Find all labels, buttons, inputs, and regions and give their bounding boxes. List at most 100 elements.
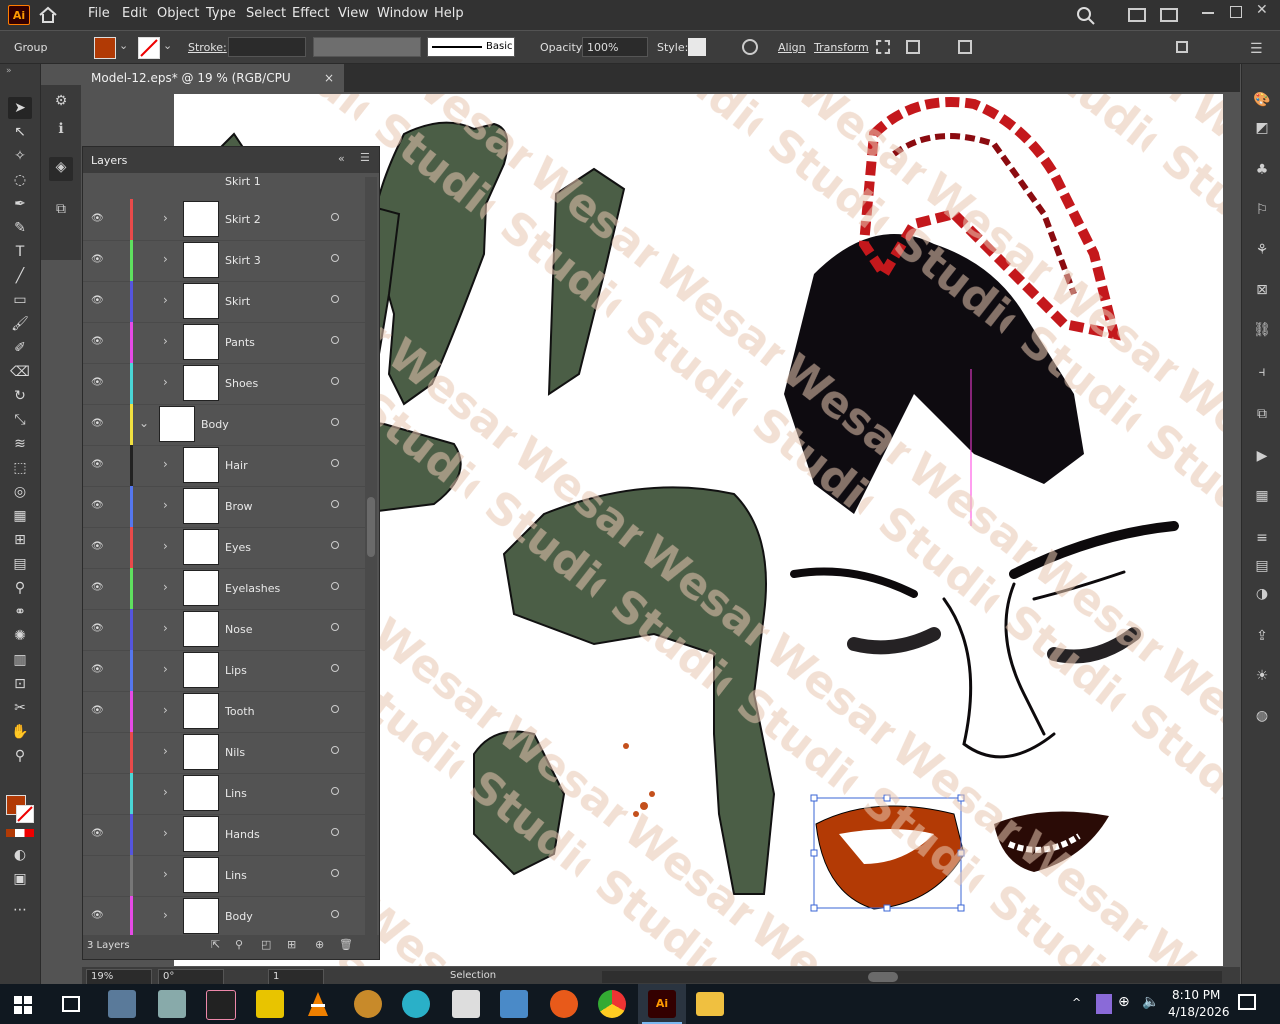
target-icon[interactable] (331, 459, 339, 467)
target-icon[interactable] (331, 336, 339, 344)
target-icon[interactable] (331, 295, 339, 303)
chevron-right-icon[interactable]: › (163, 744, 168, 758)
envelope-icon[interactable] (906, 40, 920, 54)
windows-start-icon[interactable] (14, 996, 32, 1017)
panel-menu-icon[interactable]: ☰ (360, 151, 370, 164)
menu-select[interactable]: Select (246, 6, 286, 21)
menu-help[interactable]: Help (434, 6, 464, 21)
paintbrush-tool-icon[interactable]: 🖌 (8, 313, 32, 335)
search-icon[interactable] (1076, 6, 1096, 29)
chevron-right-icon[interactable]: › (163, 293, 168, 307)
chevron-right-icon[interactable]: › (163, 211, 168, 225)
chevron-up-icon[interactable]: ^ (1072, 996, 1081, 1009)
layer-row[interactable]: 👁 › Skirt (83, 281, 365, 323)
align-icon[interactable]: ⫞ (1252, 362, 1272, 382)
illustrator-taskbar-item[interactable]: Ai (638, 984, 686, 1024)
type-tool-icon[interactable]: T (8, 241, 32, 263)
graphic-styles-icon[interactable]: ◍ (1252, 706, 1272, 726)
new-layer-icon[interactable]: ⊕ (315, 938, 324, 951)
hand-tool-icon[interactable]: ✋ (8, 721, 32, 743)
transparency-icon[interactable]: ◑ (1252, 584, 1272, 604)
scale-tool-icon[interactable]: ⤡ (8, 409, 32, 431)
eye-icon[interactable]: 👁 (91, 705, 105, 716)
chevron-right-icon[interactable]: › (163, 498, 168, 512)
selection-tool-icon[interactable]: ➤ (8, 97, 32, 119)
variable-width-profile[interactable] (313, 37, 421, 57)
app-gear-icon[interactable] (402, 990, 430, 1018)
menu-view[interactable]: View (338, 6, 369, 21)
layer-row[interactable]: › Lins (83, 855, 365, 897)
stroke-label[interactable]: Stroke: (188, 41, 227, 54)
restore-icon[interactable] (1230, 6, 1242, 18)
firefox-icon[interactable] (550, 990, 578, 1018)
chevron-right-icon[interactable]: › (163, 908, 168, 922)
more-tools-icon[interactable]: ⋯ (8, 899, 32, 921)
recolor-icon[interactable] (742, 39, 758, 55)
clipping-mask-icon[interactable]: ◰ (261, 938, 271, 951)
target-icon[interactable] (331, 869, 339, 877)
target-icon[interactable] (331, 664, 339, 672)
eye-icon[interactable]: 👁 (91, 541, 105, 552)
horizontal-scrollbar[interactable] (602, 971, 1222, 983)
isolate-icon[interactable] (876, 40, 890, 54)
artboard-field[interactable]: 1 (268, 969, 324, 985)
layer-row[interactable]: 👁 › Pants (83, 322, 365, 364)
pen-tray-icon[interactable] (1096, 994, 1112, 1014)
lasso-tool-icon[interactable]: ◌ (8, 169, 32, 191)
app-studio-icon[interactable] (206, 990, 236, 1020)
target-icon[interactable] (331, 746, 339, 754)
layer-row[interactable]: 👁 › Eyes (83, 527, 365, 569)
grid-icon[interactable] (1176, 41, 1188, 53)
transform-icon[interactable]: ⊠ (1252, 280, 1272, 300)
graph-tool-icon[interactable]: ▥ (8, 649, 32, 671)
eye-icon[interactable]: 👁 (91, 377, 105, 388)
menu-effect[interactable]: Effect (292, 6, 329, 21)
layer-row[interactable]: 👁 › Lips (83, 650, 365, 692)
eye-icon[interactable]: 👁 (91, 623, 105, 634)
menu-edit[interactable]: Edit (122, 6, 147, 21)
direct-selection-tool-icon[interactable]: ↖ (8, 121, 32, 143)
stroke-color-icon[interactable] (16, 805, 34, 823)
artboard-tool-icon[interactable]: ⊡ (8, 673, 32, 695)
chevron-right-icon[interactable]: › (163, 867, 168, 881)
workspace-icon[interactable] (1160, 8, 1178, 22)
layer-row[interactable]: 👁 › Brow (83, 486, 365, 528)
chevron-right-icon[interactable]: › (163, 334, 168, 348)
collapse-panel-icon[interactable]: « (338, 152, 345, 165)
puppet-warp-icon[interactable] (958, 40, 972, 54)
target-icon[interactable] (331, 787, 339, 795)
chrome-icon[interactable] (598, 990, 626, 1018)
magic-wand-tool-icon[interactable]: ✧ (8, 145, 32, 167)
gradient-icon[interactable]: ▤ (1252, 556, 1272, 576)
stroke-swatch[interactable] (138, 37, 160, 59)
transform-link[interactable]: Transform (814, 41, 869, 54)
actions-icon[interactable]: ▶ (1252, 446, 1272, 466)
app-m-icon[interactable] (500, 990, 528, 1018)
app-tool-icon[interactable] (158, 990, 186, 1018)
zoom-tool-icon[interactable]: ⚲ (8, 745, 32, 767)
eyedropper-tool-icon[interactable]: ⚲ (8, 577, 32, 599)
symbols-icon[interactable]: ⚘ (1252, 240, 1272, 260)
chevron-right-icon[interactable]: › (163, 539, 168, 553)
eye-icon[interactable]: 👁 (91, 336, 105, 347)
brushes-icon[interactable]: ⚐ (1252, 200, 1272, 220)
export-icon[interactable]: ⇱ (211, 938, 220, 951)
target-icon[interactable] (331, 582, 339, 590)
draw-mode-icon[interactable]: ◐ (8, 844, 32, 866)
links-icon[interactable]: ⛓ (1252, 320, 1272, 340)
asset-export-icon[interactable]: ⇪ (1252, 626, 1272, 646)
artboards-panel-icon[interactable]: ▦ (1252, 486, 1272, 506)
chevron-down-icon[interactable]: ⌄ (119, 39, 128, 52)
target-icon[interactable] (331, 541, 339, 549)
collapse-icon[interactable]: » (6, 66, 12, 76)
warp-tool-icon[interactable]: ≋ (8, 433, 32, 455)
zoom-field[interactable]: 19% (86, 969, 152, 985)
opacity-field[interactable]: 100% (582, 37, 648, 57)
clock-time[interactable]: 8:10 PM (1172, 988, 1220, 1002)
info-icon[interactable]: ℹ (51, 119, 71, 139)
target-icon[interactable] (331, 213, 339, 221)
file-explorer-icon[interactable] (696, 992, 724, 1016)
eye-icon[interactable] (91, 869, 105, 879)
swatches-icon[interactable]: ♣ (1252, 160, 1272, 180)
perspective-grid-tool-icon[interactable]: ▦ (8, 505, 32, 527)
